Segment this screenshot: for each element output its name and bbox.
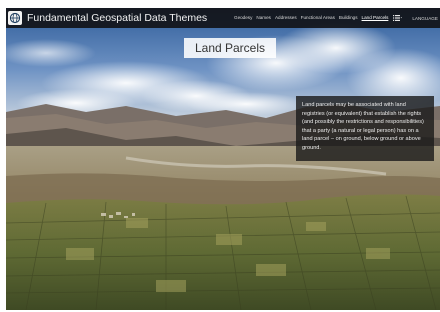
language-selector[interactable]: LANGUAGE (412, 16, 438, 21)
nav-item-land-parcels[interactable]: Land Parcels (362, 8, 389, 28)
page-frame: Fundamental Geospatial Data Themes Geode… (6, 8, 440, 310)
description-text: Land parcels may be associated with land… (302, 102, 424, 151)
app-title: Fundamental Geospatial Data Themes (27, 12, 208, 24)
nav-item-buildings[interactable]: Buildings (339, 8, 358, 28)
top-navigation-bar: Fundamental Geospatial Data Themes Geode… (6, 8, 440, 28)
nav-item-functional-areas[interactable]: Functional Areas (301, 8, 335, 28)
nav-item-geodesy[interactable]: Geodesy (234, 8, 252, 28)
nav-item-names[interactable]: Names (256, 8, 271, 28)
globe-icon[interactable] (8, 11, 22, 25)
list-icon[interactable] (393, 15, 403, 21)
page-title-banner: Land Parcels (184, 38, 276, 58)
nav-item-addresses[interactable]: Addresses (275, 8, 297, 28)
description-panel: Land parcels may be associated with land… (296, 96, 434, 161)
page-title: Land Parcels (194, 41, 266, 55)
main-nav: Geodesy Names Addresses Functional Areas… (234, 8, 438, 28)
